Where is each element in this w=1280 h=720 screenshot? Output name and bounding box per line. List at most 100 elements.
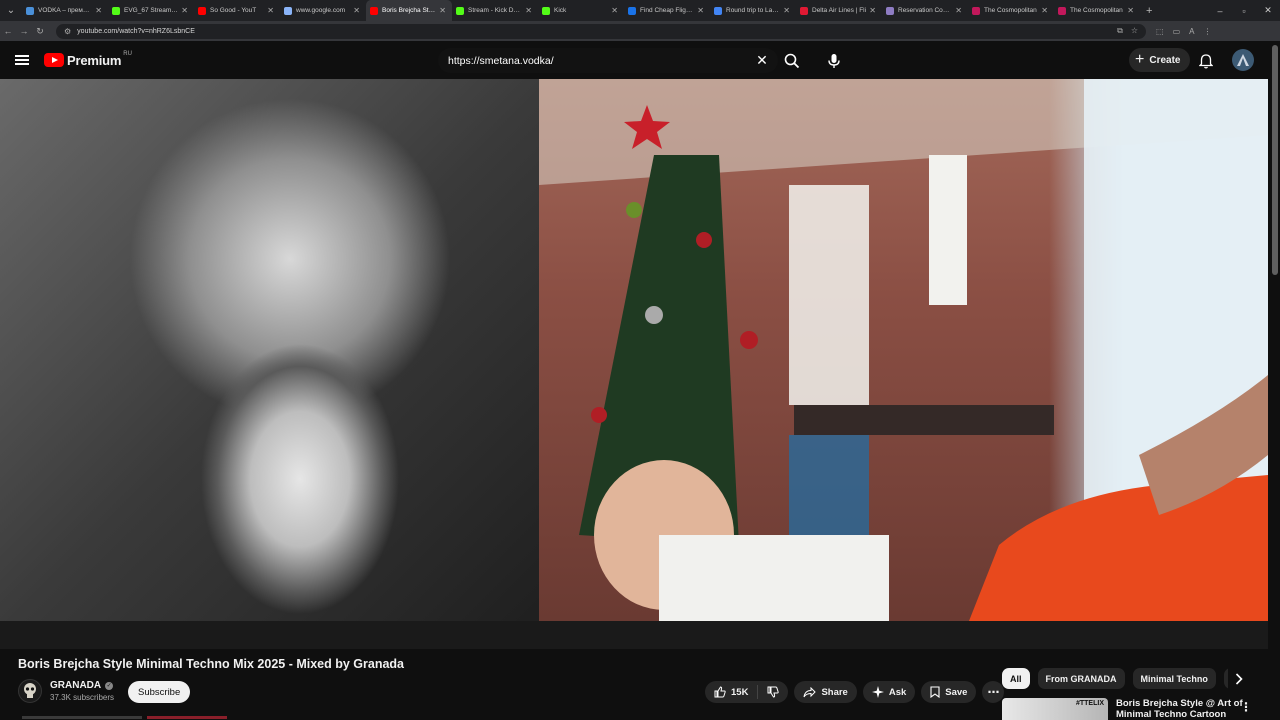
chips-next-button[interactable] xyxy=(1230,670,1248,688)
maximize-icon[interactable]: ▫ xyxy=(1232,6,1256,16)
webcam-scene-illustration xyxy=(539,79,1268,621)
tab-title: The Cosmopolitan xyxy=(1070,7,1123,14)
plus-icon: + xyxy=(1135,51,1145,68)
guide-menu-icon[interactable] xyxy=(15,55,29,65)
like-button[interactable]: 15K xyxy=(705,685,759,699)
filter-chip[interactable]: From GRANADA xyxy=(1037,668,1125,689)
tab-close-icon[interactable]: ✕ xyxy=(181,6,188,15)
browser-tab[interactable]: The Cosmopolitan ✕ xyxy=(968,0,1054,21)
bottom-progress-segments xyxy=(22,716,322,720)
tab-close-icon[interactable]: ✕ xyxy=(611,6,618,15)
bookmark-star-icon[interactable]: ☆ xyxy=(1131,26,1138,36)
reload-icon[interactable]: ↻ xyxy=(32,26,48,37)
search-button[interactable] xyxy=(778,48,806,73)
tab-close-icon[interactable]: ✕ xyxy=(869,6,876,15)
tab-close-icon[interactable]: ✕ xyxy=(783,6,790,15)
verified-badge-icon: ✓ xyxy=(105,681,114,690)
recommendation-item[interactable]: #TTELIX Boris Brejcha Style @ Art of Min… xyxy=(1002,698,1268,720)
share-button[interactable]: Share xyxy=(794,681,857,703)
browser-tab[interactable]: EVG_67 Stream - V ✕ xyxy=(108,0,194,21)
tab-title: www.google.com xyxy=(296,7,346,14)
tab-favicon-icon xyxy=(972,6,980,15)
browser-tab[interactable]: Delta Air Lines | Fli ✕ xyxy=(796,0,882,21)
subscribe-button[interactable]: Subscribe xyxy=(128,681,191,703)
search-icon xyxy=(784,53,800,68)
account-avatar[interactable] xyxy=(1232,49,1254,71)
browser-tab[interactable]: The Cosmopolitan ✕ xyxy=(1054,0,1140,21)
share-icon xyxy=(803,686,817,697)
ask-label: Ask xyxy=(888,686,907,698)
tab-list: VODKA – премьер ✕ EVG_67 Stream - V ✕ So Goo… xyxy=(22,0,1140,21)
tab-close-icon[interactable]: ✕ xyxy=(1127,6,1134,15)
create-button[interactable]: + Create xyxy=(1129,48,1191,72)
profile-icon[interactable]: A xyxy=(1189,27,1194,36)
tab-favicon-icon xyxy=(370,6,378,15)
logo-text: Premium xyxy=(67,52,122,68)
browser-menu-icon[interactable]: ⋮ xyxy=(1203,27,1211,36)
tab-close-icon[interactable]: ✕ xyxy=(525,6,532,15)
create-label: Create xyxy=(1149,54,1181,66)
like-count: 15K xyxy=(731,686,749,698)
chevron-right-icon xyxy=(1235,673,1243,685)
tab-favicon-icon xyxy=(628,6,636,15)
browser-tab[interactable]: So Good - YouT ✕ xyxy=(194,0,280,21)
thumbs-up-icon xyxy=(714,686,726,698)
browser-tab[interactable]: Kick ✕ xyxy=(538,0,624,21)
tab-favicon-icon xyxy=(284,6,292,15)
avatar-icon xyxy=(1237,54,1249,66)
thumbs-down-icon xyxy=(767,686,780,698)
page-scrollbar[interactable] xyxy=(1272,45,1278,275)
recommendation-thumbnail[interactable]: #TTELIX xyxy=(1002,698,1108,720)
recommendation-title[interactable]: Boris Brejcha Style @ Art of Minimal Tec… xyxy=(1116,698,1246,720)
video-player[interactable] xyxy=(0,79,1268,649)
browser-tab[interactable]: Reservation Confirm ✕ xyxy=(882,0,968,21)
save-button[interactable]: Save xyxy=(921,681,977,703)
browser-tab[interactable]: Stream - Kick Dash ✕ xyxy=(452,0,538,21)
filter-chip[interactable]: Minimal Techno xyxy=(1132,668,1216,689)
tab-search-icon[interactable]: ⌄ xyxy=(0,0,22,21)
tab-close-icon[interactable]: ✕ xyxy=(439,6,446,15)
tab-title: Boris Brejcha Style xyxy=(382,7,437,14)
search-input[interactable]: https://smetana.vodka/ ✕ xyxy=(438,48,778,73)
browser-tab[interactable]: Find Cheap Flights ✕ xyxy=(624,0,710,21)
browser-tab[interactable]: www.google.com ✕ xyxy=(280,0,366,21)
browser-tab[interactable]: VODKA – премьер ✕ xyxy=(22,0,108,21)
close-window-icon[interactable]: ✕ xyxy=(1256,5,1280,16)
bell-icon xyxy=(1199,53,1213,69)
more-icon: ⋯ xyxy=(987,685,1000,699)
channel-avatar[interactable] xyxy=(18,679,42,703)
extensions-icon[interactable]: ⬚ xyxy=(1156,27,1164,36)
back-icon[interactable]: ← xyxy=(0,26,16,36)
forward-icon[interactable]: → xyxy=(16,26,32,36)
browser-tab[interactable]: Round trip to Las V ✕ xyxy=(710,0,796,21)
thumbnail-text: #TTELIX xyxy=(1075,700,1104,707)
site-info-icon[interactable]: ⚙ xyxy=(64,27,71,36)
tab-title: Kick xyxy=(554,7,567,14)
tab-title: Reservation Confirm xyxy=(898,7,953,14)
filter-chip[interactable]: Ele xyxy=(1223,668,1228,689)
new-tab-icon[interactable]: + xyxy=(1146,5,1152,17)
tab-close-icon[interactable]: ✕ xyxy=(1041,6,1048,15)
voice-search-button[interactable] xyxy=(820,47,847,74)
minimize-icon[interactable]: – xyxy=(1208,6,1232,16)
tab-close-icon[interactable]: ✕ xyxy=(955,6,962,15)
youtube-premium-logo[interactable]: Premium RU xyxy=(44,51,132,68)
channel-name-row[interactable]: GRANADA ✓ xyxy=(50,680,114,691)
url-field[interactable]: ⚙ youtube.com/watch?v=nhRZ6LsbnCE ⧉ ☆ xyxy=(56,23,1146,39)
bookmark-icon xyxy=(930,686,940,698)
notifications-button[interactable] xyxy=(1196,51,1216,71)
open-in-app-icon[interactable]: ⧉ xyxy=(1117,26,1123,36)
browser-tab[interactable]: Boris Brejcha Style ✕ xyxy=(366,0,452,21)
tab-close-icon[interactable]: ✕ xyxy=(267,6,274,15)
clear-search-icon[interactable]: ✕ xyxy=(754,52,770,69)
tab-close-icon[interactable]: ✕ xyxy=(697,6,704,15)
dislike-button[interactable] xyxy=(758,686,788,698)
sidepanel-icon[interactable]: ▭ xyxy=(1173,27,1181,36)
recommendation-menu-icon[interactable]: ⋮ xyxy=(1240,700,1252,714)
tab-close-icon[interactable]: ✕ xyxy=(353,6,360,15)
channel-owner: GRANADA ✓ 37.3K subscribers xyxy=(18,679,114,703)
tab-title: The Cosmopolitan xyxy=(984,7,1037,14)
filter-chip[interactable]: All xyxy=(1002,668,1030,689)
ask-button[interactable]: Ask xyxy=(862,681,916,703)
tab-close-icon[interactable]: ✕ xyxy=(95,6,102,15)
